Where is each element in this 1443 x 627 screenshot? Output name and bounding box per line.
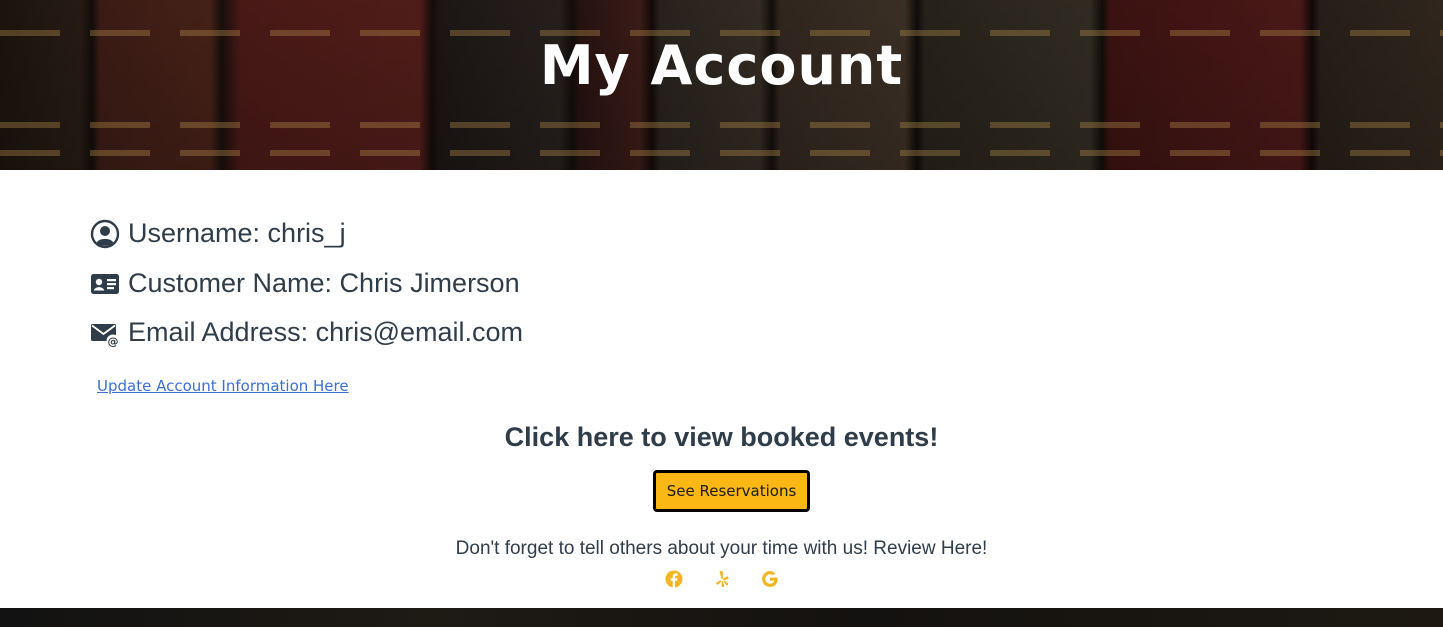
customer-name-row: Customer Name: Chris Jimerson xyxy=(90,268,520,299)
hero-decoration xyxy=(0,150,1443,156)
hero-banner: My Account xyxy=(0,0,1443,170)
update-account-link[interactable]: Update Account Information Here xyxy=(97,377,349,395)
username-text: Username: chris_j xyxy=(128,218,346,248)
review-links xyxy=(0,570,1443,588)
facebook-icon[interactable] xyxy=(665,570,683,588)
envelope-at-icon: @ xyxy=(90,318,120,348)
review-prompt: Don't forget to tell others about your t… xyxy=(455,538,988,559)
google-icon[interactable] xyxy=(761,570,779,588)
user-circle-icon xyxy=(90,219,120,249)
see-reservations-button[interactable]: See Reservations xyxy=(653,470,810,512)
username-row: Username: chris_j xyxy=(90,218,346,249)
yelp-icon[interactable] xyxy=(713,570,731,588)
svg-text:@: @ xyxy=(108,335,119,348)
customer-name-text: Customer Name: Chris Jimerson xyxy=(128,268,520,298)
hero-decoration xyxy=(0,122,1443,128)
page-title: My Account xyxy=(539,34,904,97)
reservations-heading: Click here to view booked events! xyxy=(504,422,939,452)
id-card-icon xyxy=(90,269,120,299)
email-text: Email Address: chris@email.com xyxy=(128,317,524,347)
email-row: @ Email Address: chris@email.com xyxy=(90,317,523,348)
footer xyxy=(0,608,1443,627)
